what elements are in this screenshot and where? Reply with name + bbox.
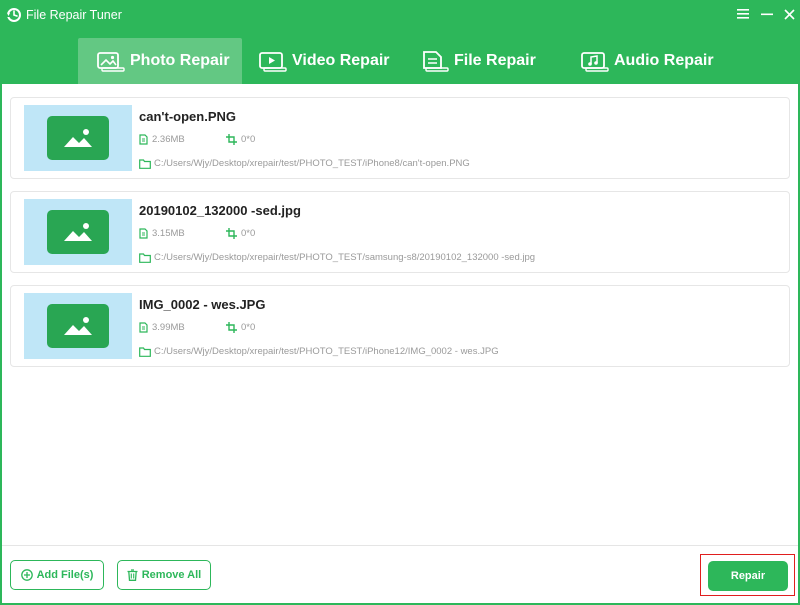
file-path-value: C:/Users/Wjy/Desktop/xrepair/test/PHOTO_…: [154, 252, 536, 263]
plus-circle-icon: [20, 569, 33, 581]
app-title: File Repair Tuner: [26, 8, 122, 22]
file-resolution-value: 0*0: [241, 228, 256, 239]
image-placeholder-icon: [47, 116, 109, 160]
file-size: 2.36MB: [139, 134, 185, 145]
file-size-value: 2.36MB: [152, 134, 185, 145]
remove-all-button[interactable]: Remove All: [117, 560, 211, 590]
file-path-value: C:/Users/Wjy/Desktop/xrepair/test/PHOTO_…: [154, 346, 499, 357]
audio-icon: [581, 52, 609, 72]
file-size-icon: [139, 228, 148, 239]
tab-label: File Repair: [454, 52, 536, 69]
app-window: File Repair Tuner Photo Repair Video Rep…: [0, 0, 800, 605]
file-name: IMG_0002 - wes.JPG: [139, 297, 266, 312]
file-thumbnail: [24, 293, 132, 359]
file-path: C:/Users/Wjy/Desktop/xrepair/test/PHOTO_…: [139, 158, 470, 169]
image-placeholder-icon: [47, 304, 109, 348]
crop-icon: [226, 134, 237, 145]
close-button[interactable]: [779, 4, 799, 24]
crop-icon: [226, 322, 237, 333]
file-size: 3.15MB: [139, 228, 185, 239]
refresh-logo-icon: [6, 8, 21, 22]
remove-all-label: Remove All: [141, 569, 202, 581]
file-resolution: 0*0: [226, 134, 255, 145]
video-icon: [259, 52, 287, 72]
folder-icon: [139, 158, 151, 169]
document-icon: [423, 51, 449, 72]
tab-label: Video Repair: [292, 52, 390, 69]
file-size-icon: [139, 134, 148, 145]
folder-icon: [139, 252, 151, 263]
crop-icon: [226, 228, 237, 239]
folder-icon: [139, 346, 151, 357]
footer-divider: [2, 545, 798, 546]
hamburger-menu-button[interactable]: [733, 4, 753, 24]
tab-photo-repair[interactable]: Photo Repair: [78, 38, 242, 84]
file-resolution: 0*0: [226, 322, 255, 333]
content-panel: can't-open.PNG 2.36MB 0*0 C:/Users/Wjy/D…: [2, 84, 798, 603]
file-path: C:/Users/Wjy/Desktop/xrepair/test/PHOTO_…: [139, 252, 535, 263]
file-card[interactable]: can't-open.PNG 2.36MB 0*0 C:/Users/Wjy/D…: [10, 97, 790, 179]
minimize-button[interactable]: [757, 4, 777, 24]
title-bar: File Repair Tuner: [0, 0, 800, 30]
file-name: 20190102_132000 -sed.jpg: [139, 203, 301, 218]
file-card[interactable]: IMG_0002 - wes.JPG 3.99MB 0*0 C:/Users/W…: [10, 285, 790, 367]
tab-label: Photo Repair: [130, 52, 230, 69]
file-thumbnail: [24, 199, 132, 265]
file-name: can't-open.PNG: [139, 109, 236, 124]
trash-icon: [127, 569, 138, 581]
file-resolution-value: 0*0: [241, 134, 256, 145]
file-thumbnail: [24, 105, 132, 171]
file-resolution-value: 0*0: [241, 322, 256, 333]
hamburger-menu-icon: [737, 9, 749, 19]
minimize-icon: [761, 13, 773, 16]
add-files-label: Add File(s): [36, 569, 94, 581]
file-size: 3.99MB: [139, 322, 185, 333]
tab-file-repair[interactable]: File Repair: [420, 38, 536, 84]
file-resolution: 0*0: [226, 228, 255, 239]
file-size-icon: [139, 322, 148, 333]
repair-tabs: Photo Repair Video Repair File Repair Au…: [0, 38, 800, 84]
file-size-value: 3.99MB: [152, 322, 185, 333]
file-size-value: 3.15MB: [152, 228, 185, 239]
repair-label: Repair: [730, 570, 766, 582]
image-placeholder-icon: [47, 210, 109, 254]
photo-icon: [97, 52, 125, 72]
add-files-button[interactable]: Add File(s): [10, 560, 104, 590]
file-path: C:/Users/Wjy/Desktop/xrepair/test/PHOTO_…: [139, 346, 499, 357]
tab-audio-repair[interactable]: Audio Repair: [580, 38, 714, 84]
repair-button[interactable]: Repair: [708, 561, 788, 591]
close-icon: [783, 8, 795, 20]
tab-video-repair[interactable]: Video Repair: [258, 38, 390, 84]
file-path-value: C:/Users/Wjy/Desktop/xrepair/test/PHOTO_…: [154, 158, 470, 169]
tab-label: Audio Repair: [614, 52, 714, 69]
file-card[interactable]: 20190102_132000 -sed.jpg 3.15MB 0*0 C:/U…: [10, 191, 790, 273]
